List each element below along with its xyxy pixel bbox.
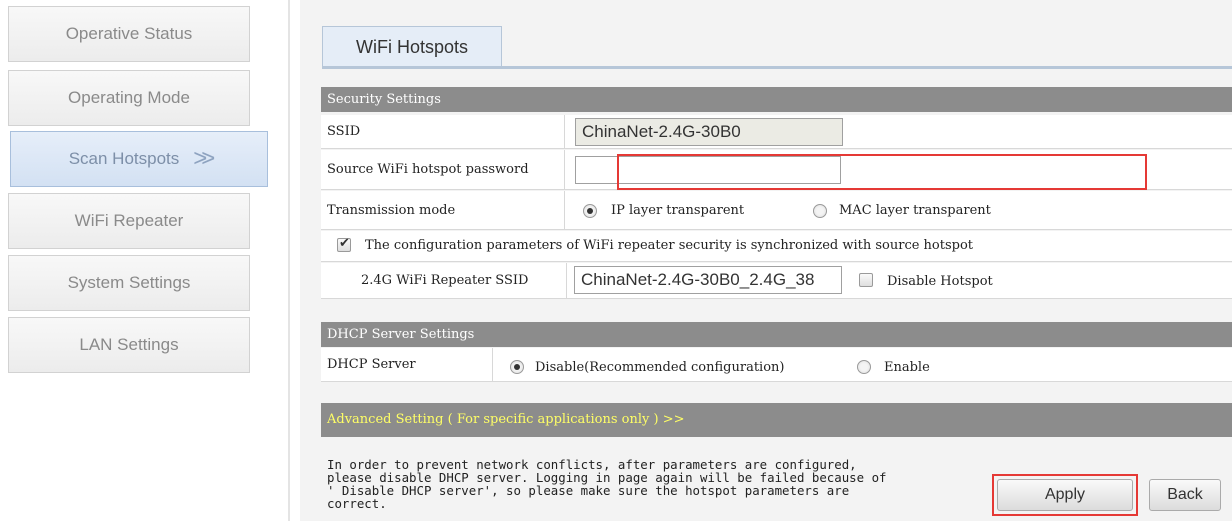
dhcp-label: DHCP Server (321, 348, 493, 381)
transmission-label: Transmission mode (321, 191, 565, 229)
dhcp-row: DHCP Server Disable(Recommended configur… (321, 348, 1232, 382)
password-highlight-box (617, 154, 1147, 190)
disable-hotspot-checkbox[interactable] (859, 273, 873, 287)
repeater-ssid-row: 2.4G WiFi Repeater SSID ChinaNet-2.4G-30… (321, 263, 1232, 299)
sync-row: The configuration parameters of WiFi rep… (321, 231, 1232, 262)
double-chevron-right-icon: >> (193, 145, 215, 172)
dhcp-enable-label: Enable (884, 360, 930, 375)
ssid-row: SSID ChinaNet-2.4G-30B0 (321, 115, 1232, 149)
nav-label: Operating Mode (68, 88, 190, 107)
ssid-field[interactable]: ChinaNet-2.4G-30B0 (575, 118, 843, 146)
mac-layer-radio[interactable] (813, 204, 827, 218)
tab-wifi-hotspots[interactable]: WiFi Hotspots (322, 26, 502, 68)
nav-label: WiFi Repeater (74, 211, 184, 230)
nav-label: Scan Hotspots (68, 149, 180, 168)
transmission-row: Transmission mode IP layer transparent M… (321, 191, 1232, 230)
ip-layer-label: IP layer transparent (611, 203, 745, 218)
advanced-setting-link[interactable]: Advanced Setting ( For specific applicat… (321, 403, 1232, 437)
nav-wifi-repeater[interactable]: WiFi Repeater (8, 193, 250, 249)
password-label: Source WiFi hotspot password (321, 150, 565, 189)
main-panel: WiFi Hotspots Security Settings SSID Chi… (300, 0, 1232, 521)
nav-operative-status[interactable]: Operative Status (8, 6, 250, 62)
apply-highlight-box (992, 474, 1138, 516)
mac-layer-label: MAC layer transparent (839, 203, 991, 218)
notice-text: In order to prevent network conflicts, a… (327, 457, 887, 511)
dhcp-enable-radio[interactable] (857, 360, 871, 374)
nav-label: LAN Settings (79, 335, 179, 354)
sync-checkbox[interactable] (337, 236, 351, 252)
nav-label: Operative Status (65, 24, 193, 43)
dhcp-disable-radio[interactable] (510, 360, 524, 374)
nav-label: System Settings (67, 273, 191, 292)
security-settings-header: Security Settings (321, 87, 1232, 112)
nav-system-settings[interactable]: System Settings (8, 255, 250, 311)
ssid-label: SSID (321, 115, 565, 148)
tab-divider (322, 66, 1232, 69)
nav-lan-settings[interactable]: LAN Settings (8, 317, 250, 373)
disable-hotspot-label: Disable Hotspot (887, 274, 993, 289)
sidebar-nav: Operative Status Operating Mode Scan Hot… (0, 0, 290, 521)
tab-label: WiFi Hotspots (355, 37, 469, 57)
dhcp-settings-header: DHCP Server Settings (321, 322, 1232, 347)
back-button[interactable]: Back (1149, 479, 1221, 511)
repeater-ssid-label: 2.4G WiFi Repeater SSID (321, 263, 567, 298)
ip-layer-radio[interactable] (583, 204, 597, 218)
repeater-ssid-field[interactable]: ChinaNet-2.4G-30B0_2.4G_38 (574, 266, 842, 294)
sync-label: The configuration parameters of WiFi rep… (365, 238, 974, 253)
nav-scan-hotspots[interactable]: Scan Hotspots >> (10, 131, 268, 187)
dhcp-disable-label: Disable(Recommended configuration) (535, 360, 785, 375)
nav-operating-mode[interactable]: Operating Mode (8, 70, 250, 126)
